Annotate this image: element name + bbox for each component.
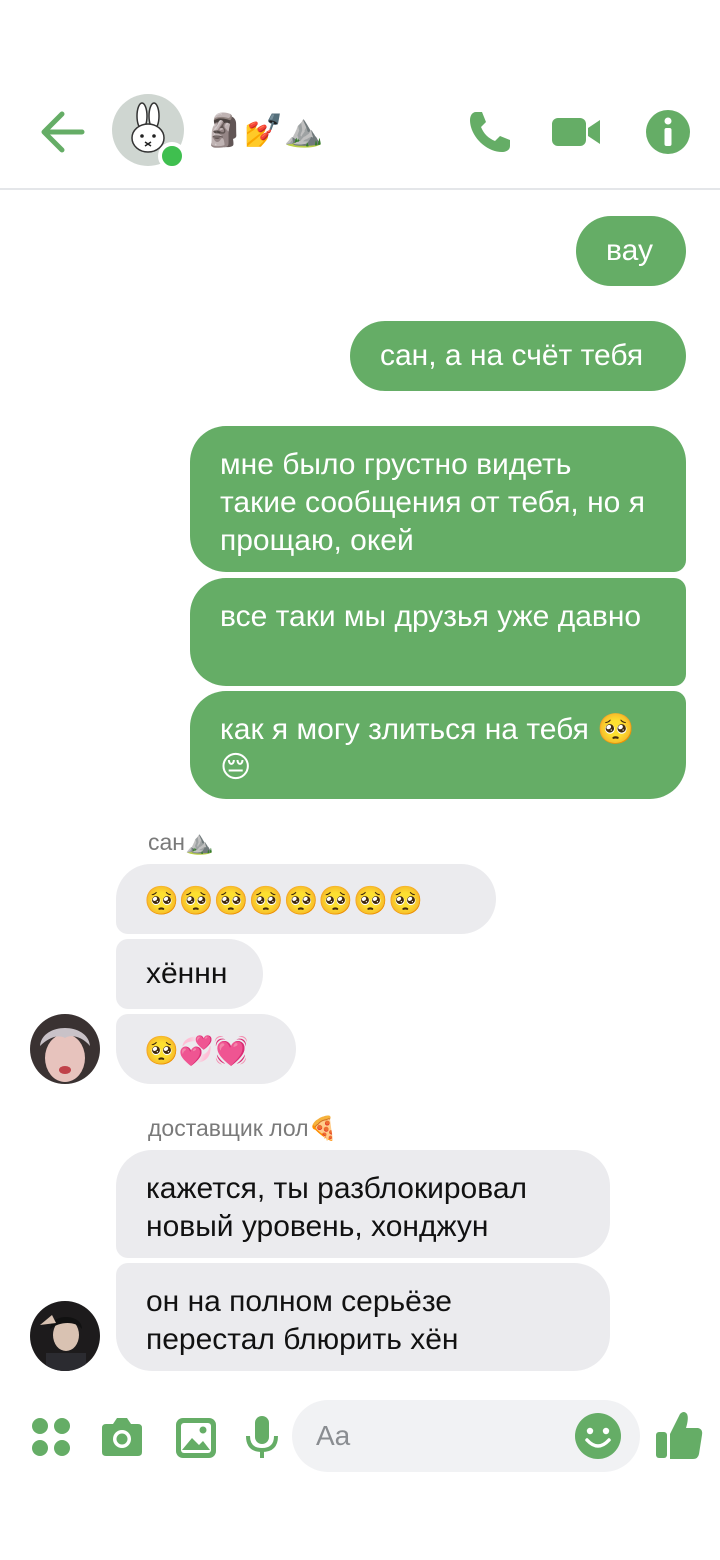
message-text: 🥺🥺🥺🥺🥺🥺🥺🥺 (144, 884, 423, 917)
received-message[interactable]: 🥺🥺🥺🥺🥺🥺🥺🥺 (116, 864, 496, 934)
message-text: 🥺💞💓 (144, 1034, 249, 1067)
sent-message[interactable]: как я могу злиться на тебя 🥺😔 (190, 691, 686, 799)
message-text: мне было грустно видеть такие сообщения … (220, 448, 645, 557)
message-text: хённн (146, 957, 228, 990)
message-text: вау (606, 234, 653, 267)
info-icon[interactable] (644, 108, 692, 156)
back-arrow-icon[interactable] (38, 110, 88, 154)
message-text: как я могу злиться на тебя 🥺😔 (220, 713, 635, 784)
thumbs-up-icon[interactable] (654, 1408, 704, 1462)
camera-icon[interactable] (98, 1414, 146, 1462)
phone-icon[interactable] (466, 108, 514, 156)
message-text: он на полном серьёзе перестал блюрить хё… (146, 1285, 459, 1356)
online-status-dot (158, 142, 186, 170)
avatar[interactable] (30, 1014, 100, 1084)
image-icon[interactable] (172, 1414, 220, 1462)
avatar[interactable] (30, 1301, 100, 1371)
sent-message[interactable]: вау (576, 216, 686, 286)
message-text: кажется, ты разблокировал новый уровень,… (146, 1172, 528, 1243)
sent-message[interactable]: сан, а на счёт тебя (350, 321, 686, 391)
apps-icon[interactable] (28, 1414, 76, 1462)
received-message[interactable]: 🥺💞💓 (116, 1014, 296, 1084)
smiley-icon[interactable] (574, 1412, 622, 1460)
received-message[interactable]: кажется, ты разблокировал новый уровень,… (116, 1150, 610, 1258)
microphone-icon[interactable] (240, 1414, 284, 1462)
received-message[interactable]: он на полном серьёзе перестал блюрить хё… (116, 1263, 610, 1371)
sender-name: сан⛰️ (148, 829, 214, 855)
message-text: сан, а на счёт тебя (380, 339, 644, 372)
group-title[interactable]: 🗿💅⛰️ (204, 110, 324, 150)
video-camera-icon[interactable] (550, 108, 602, 156)
message-text: все таки мы друзья уже давно (220, 600, 642, 633)
message-input-box[interactable] (292, 1400, 640, 1472)
sent-message[interactable]: мне было грустно видеть такие сообщения … (190, 426, 686, 572)
received-message[interactable]: хённн (116, 939, 263, 1009)
chat-header: 🗿💅⛰️ (0, 80, 720, 190)
message-input[interactable] (316, 1416, 566, 1456)
sender-name: доставщик лол🍕 (148, 1115, 338, 1141)
sent-message[interactable]: все таки мы друзья уже давно (190, 578, 686, 686)
